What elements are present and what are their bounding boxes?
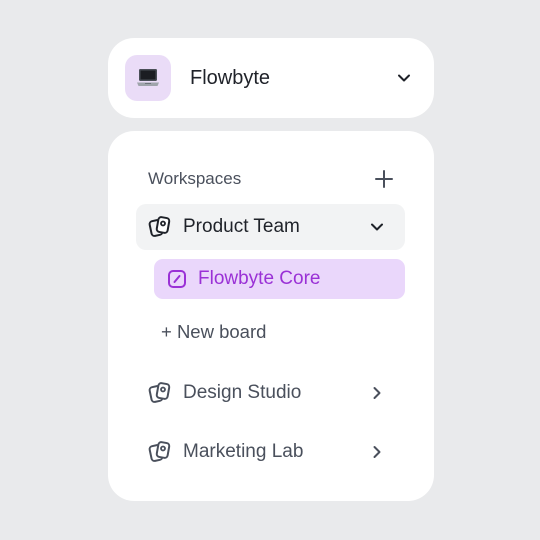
workspace-item-product-team[interactable]: Product Team bbox=[136, 204, 405, 250]
board-item-flowbyte-core[interactable]: Flowbyte Core bbox=[154, 259, 405, 299]
workspace-label: Marketing Lab bbox=[183, 441, 304, 462]
chevron-right-icon[interactable] bbox=[365, 440, 389, 464]
workspaces-header: Workspaces bbox=[148, 167, 396, 191]
app-title: Flowbyte bbox=[190, 66, 271, 89]
workspace-icon bbox=[148, 381, 172, 405]
chevron-down-icon[interactable] bbox=[365, 215, 389, 239]
workspaces-panel: Workspaces Product Team Flowbyte Core + … bbox=[108, 131, 434, 501]
chevron-down-icon[interactable] bbox=[392, 66, 416, 90]
workspace-label: Product Team bbox=[183, 216, 300, 237]
workspace-label: Design Studio bbox=[183, 382, 302, 403]
workspace-item-design-studio[interactable]: Design Studio bbox=[136, 370, 405, 416]
chevron-right-icon[interactable] bbox=[365, 381, 389, 405]
workspace-icon bbox=[148, 440, 172, 464]
new-board-link[interactable]: + New board bbox=[161, 321, 266, 343]
workspaces-heading: Workspaces bbox=[148, 169, 242, 188]
app-logo-tile bbox=[125, 55, 171, 101]
laptop-icon bbox=[137, 69, 159, 86]
board-icon bbox=[166, 268, 188, 290]
workspace-switcher: Flowbyte Workspaces Product Team Flowbyt… bbox=[108, 38, 434, 501]
board-label: Flowbyte Core bbox=[198, 268, 321, 289]
plus-icon bbox=[375, 170, 393, 188]
workspace-icon bbox=[148, 215, 172, 239]
workspace-item-marketing-lab[interactable]: Marketing Lab bbox=[136, 429, 405, 475]
add-workspace-button[interactable] bbox=[372, 167, 396, 191]
app-selector[interactable]: Flowbyte bbox=[108, 38, 434, 118]
